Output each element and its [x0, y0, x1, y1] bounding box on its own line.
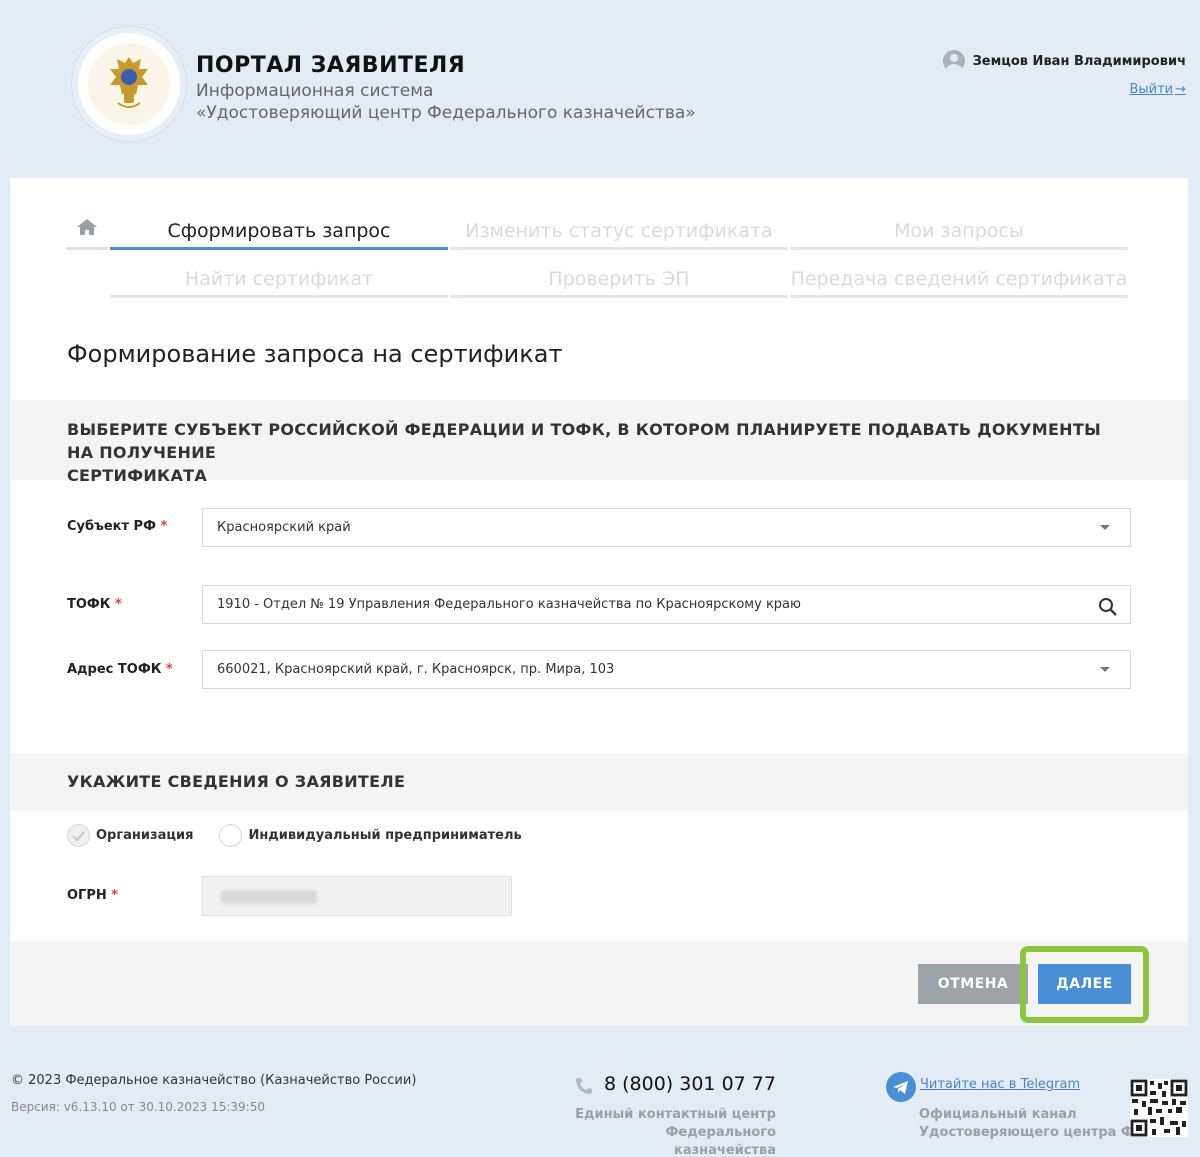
phone-number[interactable]: 8 (800) 301 07 77	[604, 1073, 776, 1095]
region-label-text: Субъект РФ	[67, 519, 156, 534]
telegram-icon[interactable]	[886, 1072, 916, 1102]
treasury-logo	[72, 27, 186, 141]
region-label: Субъект РФ *	[67, 519, 167, 534]
tofk-label-text: ТОФК	[67, 597, 111, 612]
required-mark: *	[165, 662, 173, 677]
telegram-caption-line2: Удостоверяющего центра ФК	[919, 1125, 1145, 1140]
radio-organization-label[interactable]: Организация	[96, 828, 193, 843]
chevron-down-icon	[1100, 525, 1110, 530]
tab-transfer-cert-data[interactable]: Передача сведений сертификата	[790, 264, 1128, 298]
nav-home[interactable]	[66, 216, 108, 250]
required-mark: *	[160, 519, 168, 534]
region-select[interactable]: Красноярский край	[202, 508, 1131, 547]
phone-icon	[576, 1078, 592, 1094]
telegram-caption-line1: Официальный канал	[919, 1107, 1077, 1122]
main-card: Сформировать запрос Изменить статус серт…	[10, 178, 1188, 1026]
address-select[interactable]: 660021, Красноярский край, г. Красноярск…	[202, 650, 1131, 689]
contact-center-line2: Федерального казначейства	[665, 1125, 776, 1157]
logout-label: Выйти	[1129, 82, 1174, 97]
section-heading-region: ВЫБЕРИТЕ СУБЪЕКТ РОССИЙСКОЙ ФЕДЕРАЦИИ И …	[10, 400, 1188, 485]
search-icon[interactable]	[1098, 595, 1118, 616]
section-heading-region-line2: СЕРТИФИКАТА	[67, 466, 208, 485]
tab-my-requests[interactable]: Мои запросы	[790, 216, 1128, 250]
user-avatar-icon	[942, 50, 965, 72]
portal-title: ПОРТАЛ ЗАЯВИТЕЛЯ	[196, 53, 466, 78]
portal-subtitle-line1: Информационная система	[196, 81, 434, 101]
telegram-link[interactable]: Читайте нас в Telegram	[920, 1077, 1080, 1092]
ogrn-label: ОГРН *	[67, 888, 118, 903]
copyright: © 2023 Федеральное казначейство (Казначе…	[11, 1073, 417, 1088]
user-name: Земцов Иван Владимирович	[972, 53, 1186, 69]
address-label-text: Адрес ТОФК	[67, 662, 162, 677]
tofk-input[interactable]: 1910 - Отдел № 19 Управления Федеральног…	[202, 585, 1131, 624]
tofk-label: ТОФК *	[67, 597, 122, 612]
region-value: Красноярский край	[217, 520, 351, 535]
section-heading-applicant: УКАЖИТЕ СВЕДЕНИЯ О ЗАЯВИТЕЛЕ	[10, 753, 1188, 811]
home-icon	[77, 219, 97, 235]
required-mark: *	[114, 597, 122, 612]
qr-code-icon	[1130, 1079, 1188, 1137]
next-button-highlight	[1020, 946, 1149, 1023]
section-heading-region-line1: ВЫБЕРИТЕ СУБЪЕКТ РОССИЙСКОЙ ФЕДЕРАЦИИ И …	[67, 420, 1101, 462]
applicant-type-radio-group: Организация Индивидуальный предпринимате…	[67, 824, 548, 847]
radio-individual-entrepreneur-label[interactable]: Индивидуальный предприниматель	[248, 828, 521, 843]
required-mark: *	[111, 888, 119, 903]
radio-organization[interactable]	[67, 824, 90, 847]
tab-find-certificate[interactable]: Найти сертификат	[110, 264, 448, 298]
arrow-right-icon: →	[1175, 82, 1186, 97]
tab-check-signature[interactable]: Проверить ЭП	[450, 264, 788, 298]
version: Версия: v6.13.10 от 30.10.2023 15:39:50	[11, 1100, 265, 1114]
portal-subtitle-line2: «Удостоверяющий центр Федерального казна…	[196, 103, 696, 123]
tab-create-request[interactable]: Сформировать запрос	[110, 216, 448, 250]
logout-link[interactable]: Выйти →	[1129, 82, 1186, 97]
tofk-value: 1910 - Отдел № 19 Управления Федеральног…	[217, 597, 801, 612]
radio-individual-entrepreneur[interactable]	[219, 824, 243, 847]
address-value: 660021, Красноярский край, г. Красноярск…	[217, 662, 615, 677]
ogrn-label-text: ОГРН	[67, 888, 107, 903]
contact-center-line1: Единый контактный центр	[575, 1107, 776, 1122]
tab-change-status[interactable]: Изменить статус сертификата	[450, 216, 788, 250]
cancel-button[interactable]: ОТМЕНА	[918, 964, 1028, 1004]
page-title: Формирование запроса на сертификат	[67, 340, 563, 368]
portal-subtitle: Информационная система «Удостоверяющий ц…	[196, 80, 696, 124]
eagle-emblem-icon	[110, 57, 148, 108]
address-label: Адрес ТОФК *	[67, 662, 173, 677]
ogrn-redacted-value	[221, 890, 317, 904]
user-block: Земцов Иван Владимирович Выйти →	[942, 50, 1186, 97]
chevron-down-icon	[1100, 667, 1110, 672]
ogrn-input[interactable]	[202, 876, 512, 916]
contact-center-caption: Единый контактный центр Федерального каз…	[574, 1106, 776, 1157]
telegram-caption: Официальный канал Удостоверяющего центра…	[919, 1106, 1145, 1142]
check-icon	[72, 831, 85, 842]
